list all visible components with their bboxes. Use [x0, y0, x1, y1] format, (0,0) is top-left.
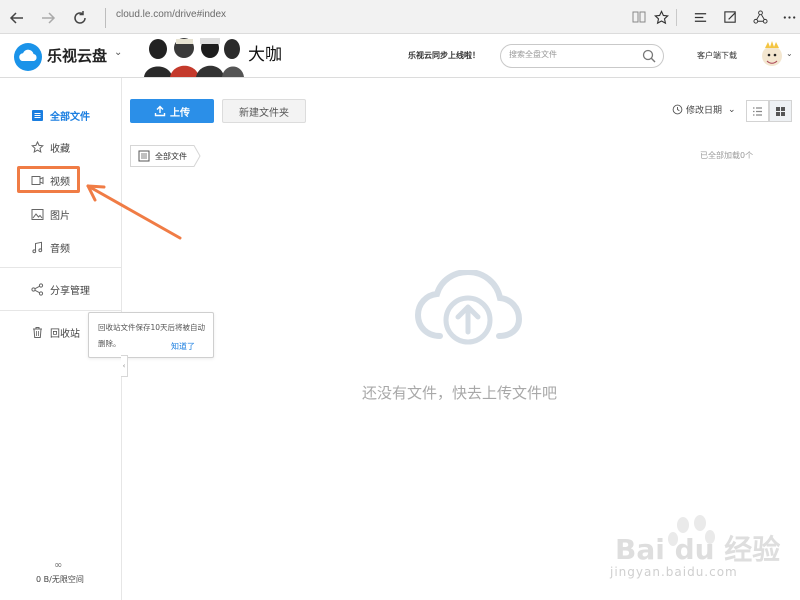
- sidebar-item-label: 收藏: [50, 143, 70, 155]
- sidebar-item-label: 全部文件: [50, 111, 90, 123]
- client-download-link[interactable]: 客户端下载: [697, 50, 737, 61]
- file-list-icon: [138, 150, 150, 162]
- reading-view-icon[interactable]: [629, 7, 649, 27]
- trash-icon: [33, 327, 42, 338]
- load-status: 已全部加载0个: [700, 151, 754, 160]
- grid-view-toggle[interactable]: [769, 100, 792, 122]
- web-note-icon[interactable]: [720, 7, 740, 27]
- tooltip-dismiss-button[interactable]: 知道了: [171, 341, 195, 352]
- share-icon: [31, 283, 44, 296]
- hub-icon[interactable]: [690, 7, 710, 27]
- chevron-down-icon[interactable]: ⌄: [786, 49, 793, 58]
- refresh-icon[interactable]: [69, 7, 91, 29]
- upload-button-label: 上传: [170, 107, 190, 119]
- app-logo-text[interactable]: 乐视云盘: [47, 45, 107, 66]
- sidebar-item-share[interactable]: 分享管理: [0, 274, 122, 304]
- sidebar-item-label: 分享管理: [50, 285, 90, 297]
- image-icon: [31, 209, 44, 220]
- favorite-star-icon[interactable]: [651, 7, 671, 27]
- breadcrumb-root[interactable]: 全部文件: [155, 151, 187, 162]
- search-icon[interactable]: [641, 48, 657, 64]
- sidebar-item-label: 图片: [50, 210, 70, 222]
- address-divider: [105, 8, 106, 28]
- sidebar-item-label: 回收站: [50, 328, 80, 340]
- sort-label: 修改日期: [686, 106, 723, 116]
- sidebar-item-favorites[interactable]: 收藏: [0, 132, 122, 162]
- sidebar-item-audio[interactable]: 音频: [0, 232, 122, 262]
- list-view-icon: [753, 106, 762, 116]
- upload-icon: [154, 105, 166, 117]
- baidu-watermark-text: Bai du 经验: [615, 533, 781, 566]
- list-view-toggle[interactable]: [746, 100, 769, 122]
- search-input[interactable]: [509, 50, 639, 59]
- empty-state-message: 还没有文件，快去上传文件吧: [362, 384, 558, 402]
- storage-quota: 0 B/无限空间: [36, 575, 84, 584]
- clock-icon: [672, 104, 683, 115]
- empty-upload-cloud-icon: [414, 270, 522, 345]
- baidu-watermark-url: jingyan.baidu.com: [610, 565, 738, 579]
- address-bar[interactable]: cloud.le.com/drive#index: [116, 9, 226, 20]
- sidebar-item-all-files[interactable]: 全部文件: [0, 100, 122, 130]
- app-header: 乐视云盘 ⌄: [0, 34, 800, 78]
- celebrity-banner-image[interactable]: [140, 35, 244, 77]
- music-icon: [32, 241, 43, 254]
- sidebar-item-images[interactable]: 图片: [0, 199, 122, 229]
- sort-dropdown[interactable]: 修改日期 ⌄: [672, 103, 736, 116]
- promo-link[interactable]: 乐视云同步上线啦！: [408, 50, 480, 61]
- browser-toolbar: cloud.le.com/drive#index: [0, 0, 800, 34]
- infinity-icon: ∞: [54, 560, 63, 571]
- new-folder-button[interactable]: 新建文件夹: [222, 99, 306, 123]
- file-list-icon: [32, 110, 43, 121]
- chevron-down-icon: ⌄: [728, 104, 736, 115]
- annotation-highlight-box: [17, 166, 80, 193]
- back-icon[interactable]: [6, 7, 28, 29]
- banner-title[interactable]: 大咖: [248, 40, 282, 65]
- sidebar-divider: [0, 310, 122, 311]
- sidebar-item-label: 音频: [50, 243, 70, 255]
- star-icon: [31, 141, 44, 153]
- sidebar-collapse-handle[interactable]: ‹: [121, 355, 128, 377]
- avatar[interactable]: [758, 40, 786, 68]
- chevron-down-icon[interactable]: ⌄: [114, 47, 122, 58]
- grid-view-icon: [776, 106, 785, 116]
- upload-button[interactable]: 上传: [130, 99, 214, 123]
- share-browser-icon[interactable]: [750, 7, 770, 27]
- toolbar-divider: [676, 9, 677, 26]
- more-icon[interactable]: [779, 7, 799, 27]
- recycle-bin-tooltip: 回收站文件保存10天后将被自动删除。 知道了: [88, 312, 214, 358]
- cloud-logo-icon[interactable]: [14, 43, 42, 71]
- forward-icon[interactable]: [37, 7, 59, 29]
- search-box: [500, 44, 664, 68]
- sidebar-divider: [0, 267, 122, 268]
